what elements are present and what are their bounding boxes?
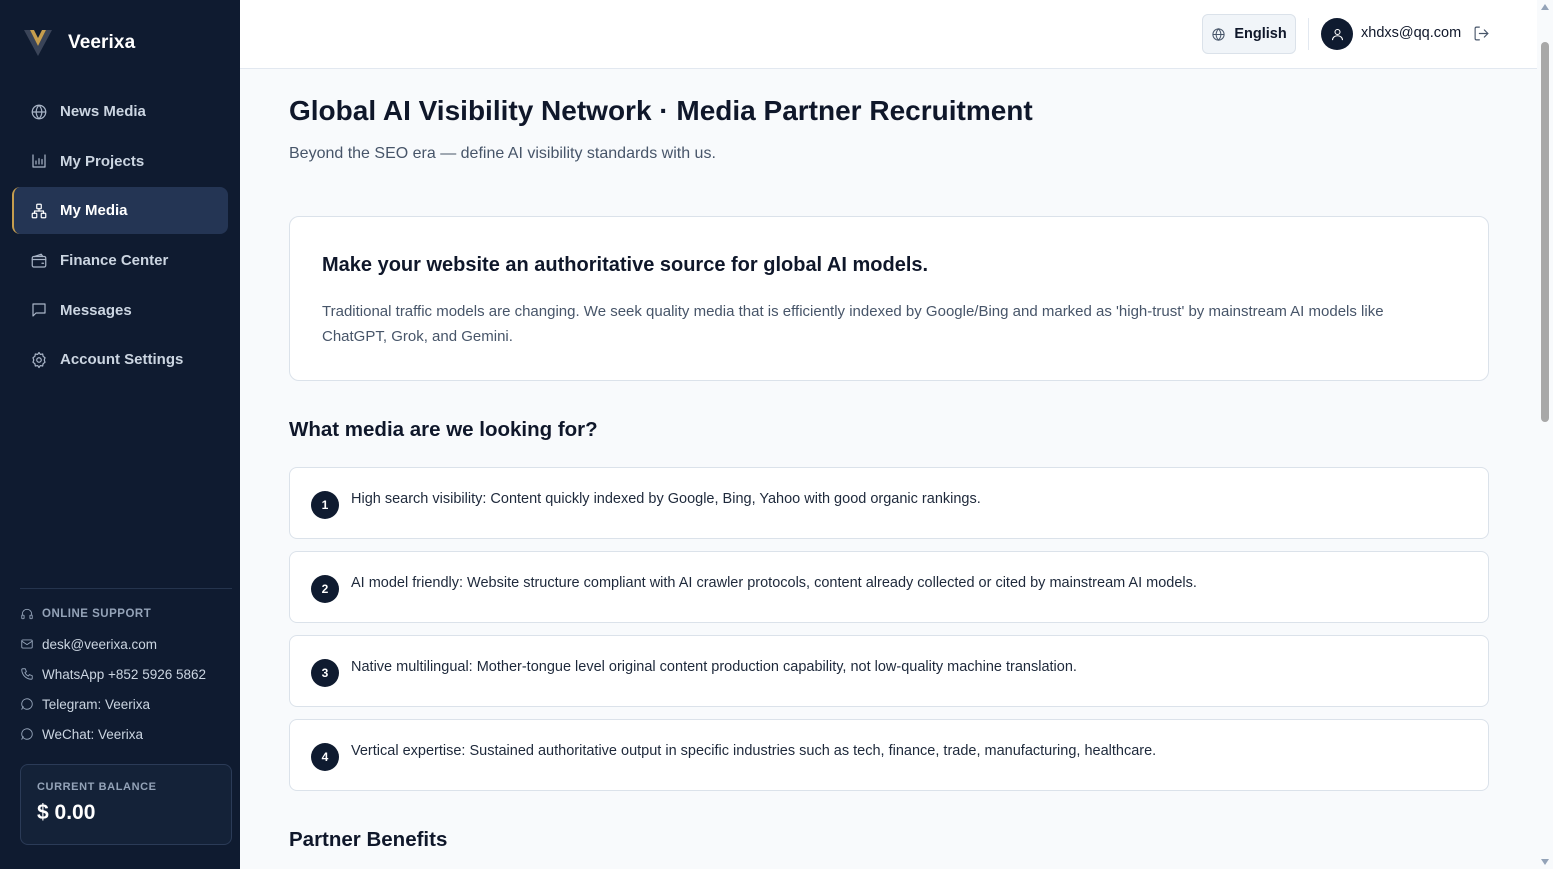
headset-icon xyxy=(20,607,34,621)
sidebar: Veerixa News Media My Projects My Media … xyxy=(0,0,240,869)
sidebar-item-account-settings[interactable]: Account Settings xyxy=(12,336,228,383)
support-telegram[interactable]: Telegram: Veerixa xyxy=(20,694,232,714)
sidebar-item-news-media[interactable]: News Media xyxy=(12,88,228,135)
network-icon xyxy=(30,202,48,220)
sidebar-item-label: My Projects xyxy=(60,152,145,170)
phone-icon xyxy=(20,667,34,681)
veerixa-logo-icon xyxy=(24,30,52,56)
intro-text: Traditional traffic models are changing.… xyxy=(322,303,1384,345)
header-separator xyxy=(1308,18,1309,50)
item-text: Native multilingual: Mother-tongue level… xyxy=(351,659,1077,675)
item-number-badge: 2 xyxy=(311,575,339,603)
list-item: 3 Native multilingual: Mother-tongue lev… xyxy=(289,635,1489,707)
section-title-partner-benefits: Partner Benefits xyxy=(289,828,448,851)
sidebar-item-my-media[interactable]: My Media xyxy=(12,187,228,235)
support-title: ONLINE SUPPORT xyxy=(20,604,232,624)
item-number-badge: 4 xyxy=(311,743,339,771)
scrollbar-thumb[interactable] xyxy=(1541,42,1549,422)
support-wechat[interactable]: WeChat: Veerixa xyxy=(20,724,232,744)
wallet-icon xyxy=(30,252,48,270)
sidebar-item-finance-center[interactable]: Finance Center xyxy=(12,237,228,284)
language-label: English xyxy=(1234,26,1287,42)
globe-icon xyxy=(1212,27,1225,41)
list-item: 2 AI model friendly: Website structure c… xyxy=(289,551,1489,623)
chat-bubble-icon xyxy=(20,727,34,741)
sidebar-item-label: My Media xyxy=(60,202,128,220)
requirements-list: 1 High search visibility: Content quickl… xyxy=(289,467,1489,803)
support-wechat-label: WeChat: Veerixa xyxy=(42,726,144,742)
item-text: AI model friendly: Website structure com… xyxy=(351,575,1197,591)
language-selector[interactable]: English xyxy=(1202,14,1296,54)
brand-name: Veerixa xyxy=(68,32,136,53)
intro-heading: Make your website an authoritative sourc… xyxy=(322,254,929,276)
page-subtitle: Beyond the SEO era — define AI visibilit… xyxy=(289,145,716,162)
section-title-looking-for: What media are we looking for? xyxy=(289,418,598,441)
message-icon xyxy=(30,301,48,319)
sidebar-divider xyxy=(20,588,232,589)
brand[interactable]: Veerixa xyxy=(22,26,135,60)
balance-value: $ 0.00 xyxy=(37,801,96,824)
item-number-badge: 3 xyxy=(311,659,339,687)
sidebar-item-label: News Media xyxy=(60,103,146,120)
page-title: Global AI Visibility Network · Media Par… xyxy=(289,95,1033,126)
scroll-down-arrow-icon[interactable] xyxy=(1541,859,1549,865)
sidebar-item-label: Messages xyxy=(60,301,132,319)
globe-icon xyxy=(30,103,48,121)
support-email-label: desk@veerixa.com xyxy=(42,636,157,652)
gear-icon xyxy=(30,351,48,369)
item-text: Vertical expertise: Sustained authoritat… xyxy=(351,743,1157,759)
sidebar-item-my-projects[interactable]: My Projects xyxy=(12,138,228,185)
current-balance-card: CURRENT BALANCE $ 0.00 xyxy=(20,764,232,845)
support-whatsapp-label: WhatsApp +852 5926 5862 xyxy=(42,666,207,682)
avatar[interactable] xyxy=(1321,18,1353,50)
support-whatsapp[interactable]: WhatsApp +852 5926 5862 xyxy=(20,664,232,684)
support-telegram-label: Telegram: Veerixa xyxy=(42,696,151,712)
sidebar-item-label: Finance Center xyxy=(60,252,169,270)
user-email[interactable]: xhdxs@qq.com xyxy=(1361,25,1461,41)
online-support: ONLINE SUPPORT desk@veerixa.com WhatsApp… xyxy=(20,604,232,754)
list-item: 4 Vertical expertise: Sustained authorit… xyxy=(289,719,1489,791)
list-item: 1 High search visibility: Content quickl… xyxy=(289,467,1489,539)
sidebar-item-label: Account Settings xyxy=(60,351,184,369)
logout-icon[interactable] xyxy=(1473,25,1491,43)
support-title-label: ONLINE SUPPORT xyxy=(42,608,152,620)
item-number-badge: 1 xyxy=(311,491,339,519)
support-email[interactable]: desk@veerixa.com xyxy=(20,634,232,654)
scroll-up-arrow-icon[interactable] xyxy=(1541,4,1549,10)
item-text: High search visibility: Content quickly … xyxy=(351,491,981,507)
top-header: English xhdxs@qq.com xyxy=(240,0,1537,69)
sidebar-nav: News Media My Projects My Media Finance … xyxy=(12,88,228,386)
mail-icon xyxy=(20,637,34,651)
chat-bubble-icon xyxy=(20,697,34,711)
user-icon xyxy=(1331,28,1343,40)
intro-card: Make your website an authoritative sourc… xyxy=(289,216,1489,381)
balance-label: CURRENT BALANCE xyxy=(37,781,157,793)
chart-icon xyxy=(30,152,48,170)
sidebar-item-messages[interactable]: Messages xyxy=(12,287,228,334)
page-scrollbar[interactable] xyxy=(1537,0,1553,869)
